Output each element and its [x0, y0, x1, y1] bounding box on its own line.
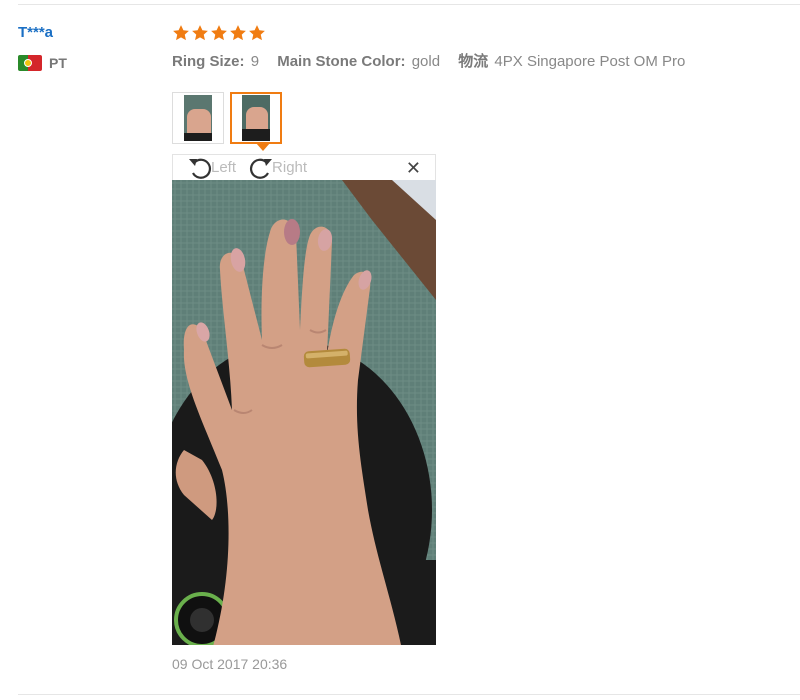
top-divider [18, 4, 800, 5]
review-thumbnails [172, 92, 282, 151]
thumbnail-1[interactable] [172, 92, 224, 144]
attribute-value: 4PX Singapore Post OM Pro [494, 53, 686, 70]
rotate-right-icon [248, 156, 274, 180]
rotate-left-icon [187, 156, 213, 180]
review-date: 09 Oct 2017 20:36 [172, 656, 288, 672]
attribute-value: 9 [250, 53, 260, 70]
rotate-right-label: Right [272, 159, 308, 176]
attribute-stone-color: Main Stone Color: gold [277, 50, 440, 74]
image-viewer: Left Right ✕ [172, 154, 436, 645]
rotate-left-label: Left [211, 159, 237, 176]
viewer-toolbar: Left Right ✕ [172, 154, 436, 180]
thumbnail-2[interactable] [230, 92, 282, 151]
thumbnail-pointer [256, 143, 270, 151]
bottom-divider [18, 694, 800, 695]
order-attributes: Ring Size: 9 Main Stone Color: gold 物流 4… [172, 50, 792, 74]
buyer-country: PT [18, 54, 158, 72]
country-code: PT [49, 55, 67, 71]
close-icon[interactable]: ✕ [406, 158, 421, 179]
review-photo[interactable] [172, 180, 436, 645]
star-icon [172, 24, 190, 42]
attribute-shipping: 物流 4PX Singapore Post OM Pro [458, 50, 685, 74]
star-rating [172, 22, 792, 44]
attribute-label: 物流 [458, 53, 489, 70]
buyer-name[interactable]: T***a [18, 22, 158, 44]
attribute-label: Main Stone Color: [277, 53, 406, 70]
star-icon [229, 24, 247, 42]
rotate-right-button[interactable]: Right [248, 156, 307, 180]
review: Ring Size: 9 Main Stone Color: gold 物流 4… [172, 22, 792, 672]
star-icon [210, 24, 228, 42]
star-icon [191, 24, 209, 42]
rotate-left-button[interactable]: Left [187, 156, 236, 180]
star-icon [248, 24, 266, 42]
attribute-value: gold [411, 53, 441, 70]
portugal-flag-icon [18, 55, 42, 71]
attribute-label: Ring Size: [172, 53, 245, 70]
attribute-ring-size: Ring Size: 9 [172, 50, 259, 74]
buyer-info: T***a PT [18, 22, 158, 72]
